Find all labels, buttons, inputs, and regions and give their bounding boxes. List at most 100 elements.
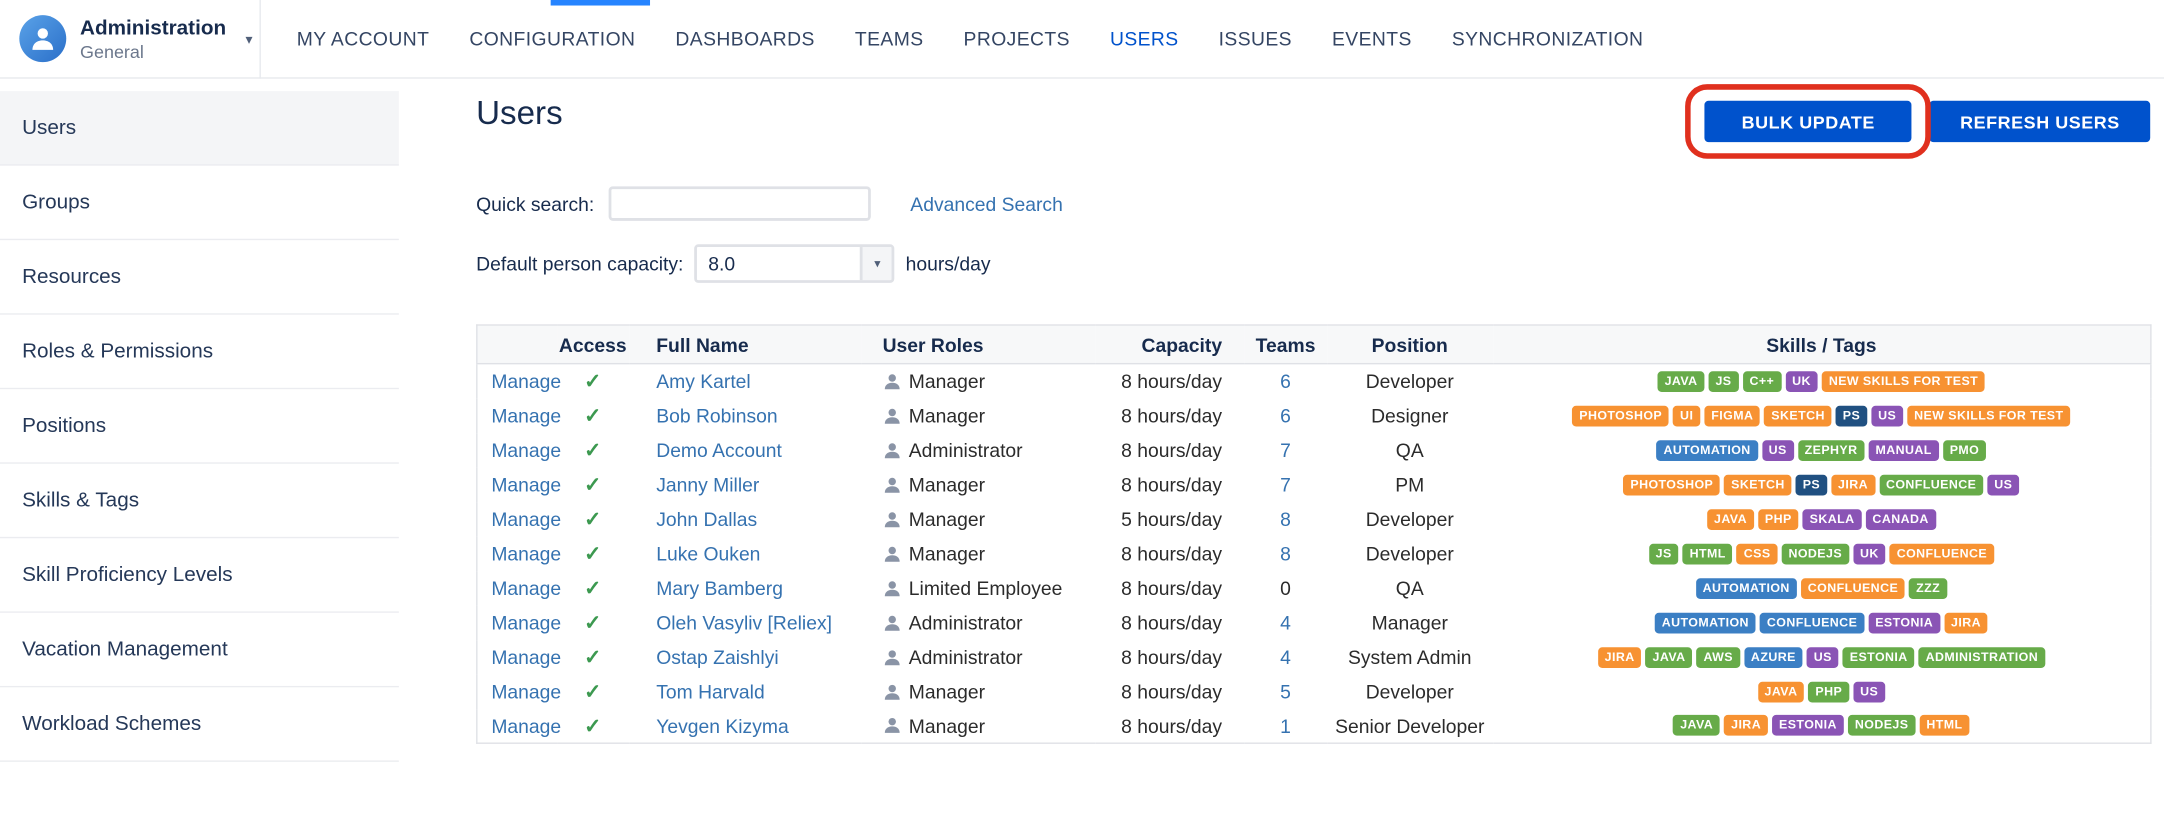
teams-count-link[interactable]: 6 [1280,370,1291,392]
manage-link[interactable]: Manage [491,439,561,461]
chevron-down-icon[interactable]: ▾ [245,33,252,48]
manage-link[interactable]: Manage [491,508,561,530]
skill-tag: PS [1835,405,1868,426]
skill-tag: ESTONIA [1772,715,1844,736]
user-name-link[interactable]: Janny Miller [656,473,759,495]
nav-item-issues[interactable]: ISSUES [1219,28,1292,50]
teams-count-link[interactable]: 1 [1280,715,1291,737]
user-name-link[interactable]: Yevgen Kizyma [656,715,788,737]
advanced-search-link[interactable]: Advanced Search [910,193,1063,215]
user-name-link[interactable]: Tom Harvald [656,680,764,702]
nav-item-teams[interactable]: TEAMS [855,28,924,50]
access-check-icon: ✓ [584,473,602,497]
skill-tag: ESTONIA [1868,612,1941,633]
user-name-link[interactable]: Amy Kartel [656,370,750,392]
manage-link[interactable]: Manage [491,404,561,426]
teams-count-link[interactable]: 7 [1280,473,1291,495]
app-title-block: Administration General [80,16,226,62]
manage-link[interactable]: Manage [491,646,561,668]
sidebar-item-label: Skill Proficiency Levels [22,563,233,587]
sidebar-item-positions[interactable]: Positions [0,389,399,464]
capacity-cell: 8 hours/day [1121,542,1223,565]
user-role: Manager [883,404,1096,426]
nav-item-dashboards[interactable]: DASHBOARDS [675,28,814,50]
nav-item-synchronization[interactable]: SYNCHRONIZATION [1452,28,1644,50]
skill-tag: PHP [1758,508,1799,530]
skill-tag: AUTOMATION [1656,439,1758,461]
sidebar-item-workload-schemes[interactable]: Workload Schemes [0,687,399,762]
skill-tags: JAVA JS C++ UK NEW SKILLS FOR TEST [1493,370,2151,392]
sidebar-item-users[interactable]: Users [0,91,399,166]
nav-item-configuration[interactable]: CONFIGURATION [469,28,635,50]
user-name-link[interactable]: Ostap Zaishlyi [656,646,778,668]
teams-count-link[interactable]: 4 [1280,646,1291,668]
skill-tag: US [1987,474,2020,495]
sidebar-item-label: Positions [22,414,107,438]
user-name-link[interactable]: Bob Robinson [656,404,777,426]
teams-cell: 7 [1244,433,1327,468]
manage-link[interactable]: Manage [491,680,561,702]
skill-tag: US [1806,646,1839,668]
position-cell: Developer [1365,370,1454,393]
refresh-users-button[interactable]: REFRESH USERS [1929,100,2151,143]
user-name-link[interactable]: Demo Account [656,439,782,461]
teams-count-link[interactable]: 7 [1280,439,1291,461]
sidebar-item-label: Resources [22,264,122,289]
teams-count-link[interactable]: 4 [1280,611,1291,633]
user-role-icon [883,441,901,459]
position-cell: PM [1395,473,1425,496]
teams-count: 0 [1280,576,1291,599]
nav-item-users[interactable]: USERS [1110,28,1179,50]
name-cell: Janny Miller [629,467,861,502]
manage-link[interactable]: Manage [491,577,561,599]
user-name-link[interactable]: Oleh Vasyliv [Reliex] [656,611,832,633]
bulk-update-button[interactable]: BULK UPDATE [1704,100,1912,143]
teams-count-link[interactable]: 8 [1280,542,1291,564]
quick-search-row: Quick search: Advanced Search [476,186,2150,221]
table-header-row: Access Full Name User Roles Capacity Teams Po… [476,325,2151,365]
access-cell: ✓ [557,536,629,571]
sidebar-item-groups[interactable]: Groups [0,166,399,241]
skill-tag: US [1871,405,1904,426]
sidebar-item-skill-proficiency-levels[interactable]: Skill Proficiency Levels [0,538,399,613]
user-name-link[interactable]: Mary Bamberg [656,577,783,599]
capacity-dropdown-button[interactable]: ▾ [860,247,892,281]
quick-search-input[interactable] [608,186,871,221]
manage-link[interactable]: Manage [491,611,561,633]
manage-link[interactable]: Manage [491,370,561,392]
table-row: Manage ✓ Tom Harvald Manager 8 hours/day 5 Dev… [477,674,2151,709]
sidebar-item-skills-tags[interactable]: Skills & Tags [0,464,399,539]
name-cell: Yevgen Kizyma [629,709,861,744]
nav-item-projects[interactable]: PROJECTS [964,28,1070,50]
teams-count-link[interactable]: 6 [1280,404,1291,426]
table-row: Manage ✓ Demo Account Administrator 8 hours/… [477,433,2151,468]
name-cell: Bob Robinson [629,398,861,433]
sidebar-item-roles-permissions[interactable]: Roles & Permissions [0,315,399,390]
skill-tag: JAVA [1707,508,1754,530]
teams-count-link[interactable]: 5 [1280,680,1291,702]
user-role-label: Limited Employee [908,576,1063,599]
teams-count-link[interactable]: 8 [1280,508,1291,530]
nav-item-my-account[interactable]: MY ACCOUNT [297,28,430,50]
sidebar: Users Groups Resources Roles & Permissions P… [0,80,399,762]
access-cell: ✓ [557,605,629,640]
main-header-row: Users BULK UPDATE REFRESH USERS [476,84,2151,159]
app-brand[interactable]: Administration General ▾ [0,15,259,63]
access-check-icon: ✓ [584,542,602,566]
capacity-input[interactable] [697,247,861,281]
teams-cell: 7 [1244,467,1327,502]
user-name-link[interactable]: Luke Ouken [656,542,760,564]
manage-link[interactable]: Manage [491,473,561,495]
manage-cell: Manage [477,398,561,433]
manage-link[interactable]: Manage [491,715,561,737]
access-check-icon: ✓ [584,611,602,635]
name-cell: Amy Kartel [629,364,861,399]
sidebar-item-resources[interactable]: Resources [0,240,399,315]
manage-link[interactable]: Manage [491,542,561,564]
table-row: Manage ✓ John Dallas Manager 5 hours/day 8 Dev… [477,502,2151,537]
sidebar-item-vacation-management[interactable]: Vacation Management [0,613,399,688]
skill-tags: JAVA JIRA ESTONIA NODEJS HTML [1493,715,2151,736]
user-name-link[interactable]: John Dallas [656,508,757,530]
column-header-capacity: Capacity [1095,325,1245,365]
nav-item-events[interactable]: EVENTS [1332,28,1412,50]
